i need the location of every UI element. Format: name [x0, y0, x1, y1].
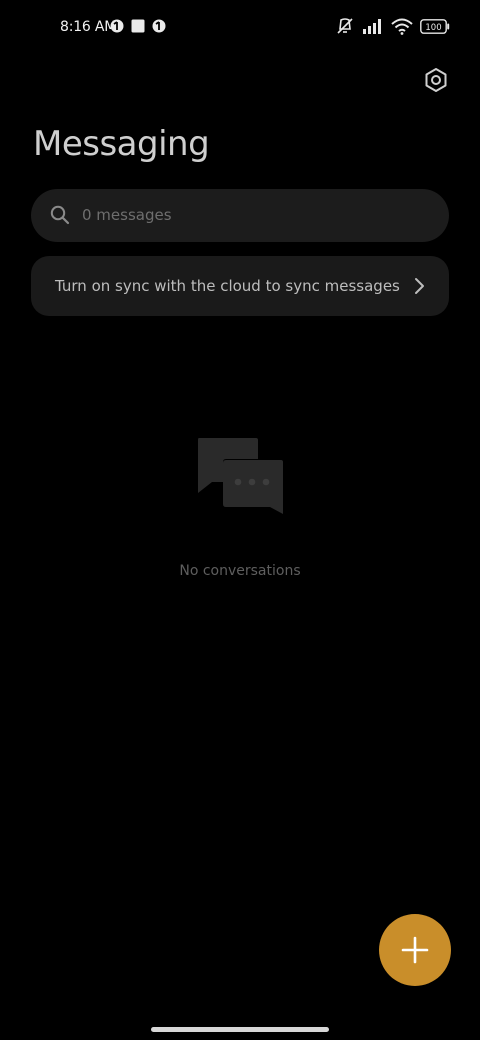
wifi-icon — [391, 18, 413, 35]
battery-level: 100 — [425, 22, 441, 32]
battery-icon: 100 — [420, 18, 450, 34]
empty-state-text: No conversations — [179, 563, 301, 579]
sync-banner[interactable]: Turn on sync with the cloud to sync mess… — [31, 256, 449, 316]
search-bar[interactable]: 0 messages — [31, 189, 449, 242]
muted-vibrate-icon — [337, 18, 353, 34]
plus-icon — [401, 936, 429, 964]
new-message-button[interactable] — [379, 914, 451, 986]
search-placeholder: 0 messages — [82, 206, 172, 224]
home-indicator[interactable] — [151, 1027, 329, 1032]
app-notification-icon — [152, 19, 166, 33]
conversations-icon — [198, 438, 283, 514]
status-left-icons — [110, 19, 166, 33]
search-icon — [50, 205, 70, 225]
status-bar: 8:16 AM 100 — [0, 0, 480, 56]
square-notification-icon — [131, 19, 145, 33]
settings-button[interactable] — [420, 64, 452, 96]
app-notification-icon — [110, 19, 124, 33]
status-right-icons: 100 — [335, 17, 450, 35]
signal-icon — [363, 19, 381, 34]
chevron-right-icon — [415, 278, 424, 294]
status-time: 8:16 AM — [60, 19, 117, 35]
settings-icon — [425, 68, 447, 92]
page-title: Messaging — [33, 124, 210, 164]
sync-banner-text: Turn on sync with the cloud to sync mess… — [55, 277, 400, 295]
